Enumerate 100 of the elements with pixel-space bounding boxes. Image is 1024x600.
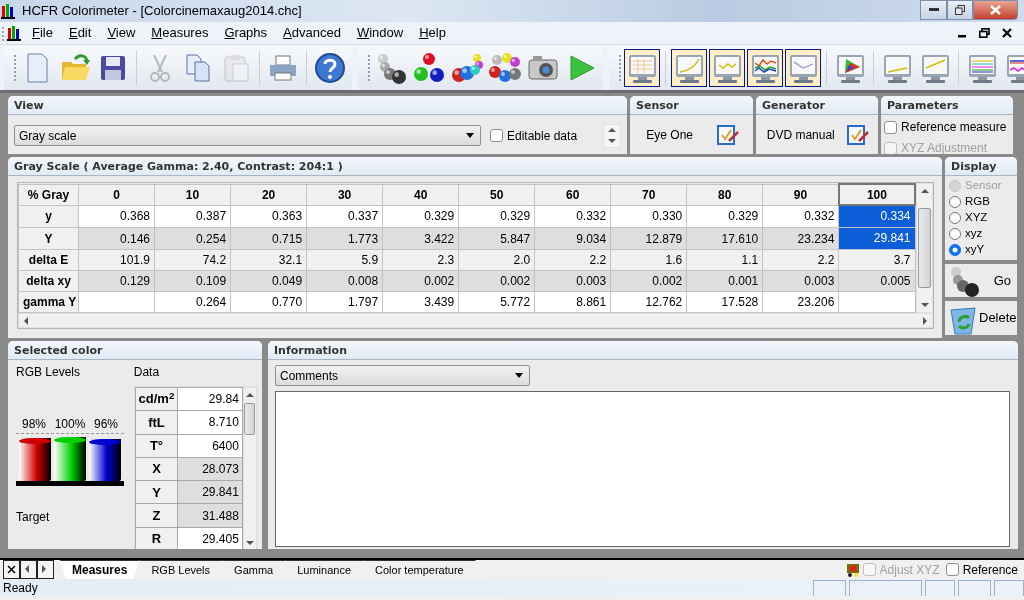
horizontal-scrollbar[interactable] [18, 313, 933, 328]
close-button[interactable] [973, 0, 1018, 20]
column-header[interactable]: 100 [838, 184, 915, 205]
checkbox-label: Reference [962, 561, 1018, 579]
panel-title: Sensor [630, 96, 753, 115]
column-header[interactable]: 60 [534, 184, 611, 205]
tab-nav-button[interactable] [20, 560, 37, 579]
menu-item[interactable]: Advanced [275, 23, 349, 43]
row-header: T° [135, 434, 178, 458]
row-header[interactable]: Y [18, 227, 79, 250]
up-arrow-icon [607, 126, 617, 134]
toolbar-button[interactable] [624, 48, 660, 87]
spin-up-button[interactable] [604, 124, 620, 136]
down-arrow-icon [607, 137, 617, 145]
display-radio[interactable] [949, 228, 961, 240]
spin-down-button[interactable] [604, 135, 620, 147]
menu-item[interactable]: Help [411, 23, 454, 43]
minimize-icon [928, 8, 939, 12]
checkbox-label: Editable data [507, 127, 578, 145]
document-logo-icon [6, 25, 24, 41]
column-header[interactable]: 0 [78, 184, 155, 205]
panel-title: Parameters [881, 96, 1013, 115]
column-header[interactable]: 90 [762, 184, 839, 205]
section-label: Target [16, 509, 51, 526]
toolbar-button[interactable] [747, 48, 783, 87]
toolbar-button[interactable] [785, 48, 821, 87]
scroll-thumb[interactable] [244, 403, 256, 435]
panel-title: Information [268, 341, 1018, 360]
view-dropdown[interactable]: Gray scale [14, 125, 481, 146]
column-header[interactable]: 40 [382, 184, 459, 205]
radio-label: XYZ [965, 210, 988, 226]
panel-title: Selected color [8, 341, 262, 360]
radio-label: Sensor [965, 178, 1002, 194]
tab-nav-button[interactable] [3, 560, 20, 579]
row-header[interactable]: y [18, 205, 79, 228]
sheet-tab[interactable]: Measures [60, 560, 140, 579]
close-icon[interactable] [1002, 28, 1012, 38]
vertical-scrollbar[interactable] [916, 183, 933, 313]
up-arrow-icon[interactable] [919, 187, 930, 195]
display-radio[interactable] [949, 212, 961, 224]
action-button[interactable]: Delete [945, 301, 1017, 335]
menu-item[interactable]: Graphs [216, 23, 276, 43]
option-checkbox[interactable] [945, 563, 959, 576]
menu-item[interactable]: Window [348, 23, 412, 43]
panel-title: Display [945, 157, 1017, 176]
column-header[interactable]: 20 [230, 184, 307, 205]
window-title: HCFR Colorimeter - [Colorcinemaxaug2014.chc] [22, 2, 302, 21]
row-header: ftL [135, 410, 178, 435]
section-label: Data [133, 364, 161, 381]
down-arrow-icon[interactable] [244, 539, 255, 547]
display-radio[interactable] [949, 244, 961, 256]
tab-nav-button[interactable] [37, 560, 54, 579]
radio-label: RGB [965, 194, 990, 210]
row-header[interactable]: delta xy [18, 270, 79, 292]
column-header[interactable]: 30 [306, 184, 383, 205]
checkbox-label: XYZ Adjustment [901, 140, 988, 154]
editable-data-checkbox[interactable] [490, 129, 503, 142]
table-cell[interactable]: 0.334 [839, 206, 915, 227]
parameter-checkbox[interactable] [884, 120, 897, 134]
panel-title: Generator [756, 96, 878, 115]
column-header[interactable]: 70 [610, 184, 687, 205]
column-header[interactable]: 10 [154, 184, 231, 205]
column-header[interactable]: 80 [686, 184, 763, 205]
restore-icon[interactable] [979, 28, 990, 38]
radio-label: xyz [965, 226, 983, 242]
status-pane [925, 580, 955, 596]
maximize-button[interactable] [947, 0, 973, 20]
panel-value: Eye One [646, 126, 693, 144]
table-cell[interactable]: 29.841 [839, 228, 915, 249]
dropdown-arrow-icon [515, 373, 523, 378]
action-button[interactable]: Go [945, 264, 1017, 297]
row-header: Z [135, 503, 178, 528]
dropdown-arrow-icon [466, 133, 474, 138]
status-pane [958, 580, 991, 596]
down-arrow-icon[interactable] [919, 301, 930, 309]
display-radio[interactable] [949, 196, 961, 208]
row-header[interactable]: gamma Y [18, 291, 79, 313]
panel-value: DVD manual [766, 126, 835, 144]
minimize-button[interactable] [920, 0, 947, 20]
left-arrow-icon[interactable] [22, 315, 30, 326]
up-arrow-icon[interactable] [244, 391, 255, 399]
menu-item[interactable]: Measures [143, 23, 217, 43]
right-arrow-icon[interactable] [921, 315, 929, 326]
menu-item[interactable]: File [24, 23, 61, 43]
toolbar-button[interactable] [709, 48, 745, 87]
radio-label: xyY [965, 242, 985, 258]
column-header[interactable]: 50 [458, 184, 535, 205]
sheet-tab[interactable]: Color temperature [363, 560, 476, 579]
menu-item[interactable]: Edit [60, 23, 100, 43]
menu-item[interactable]: View [99, 23, 144, 43]
grip-icon [368, 52, 371, 83]
level-reading: 100% [53, 416, 87, 433]
grip-icon [14, 52, 17, 83]
information-dropdown[interactable]: Comments [275, 365, 530, 386]
row-header[interactable]: delta E [18, 249, 79, 271]
panel-title: View [8, 96, 627, 115]
status-pane [813, 580, 846, 596]
close-icon [990, 5, 1001, 15]
toolbar-button[interactable] [671, 48, 707, 87]
scroll-thumb[interactable] [918, 208, 931, 288]
